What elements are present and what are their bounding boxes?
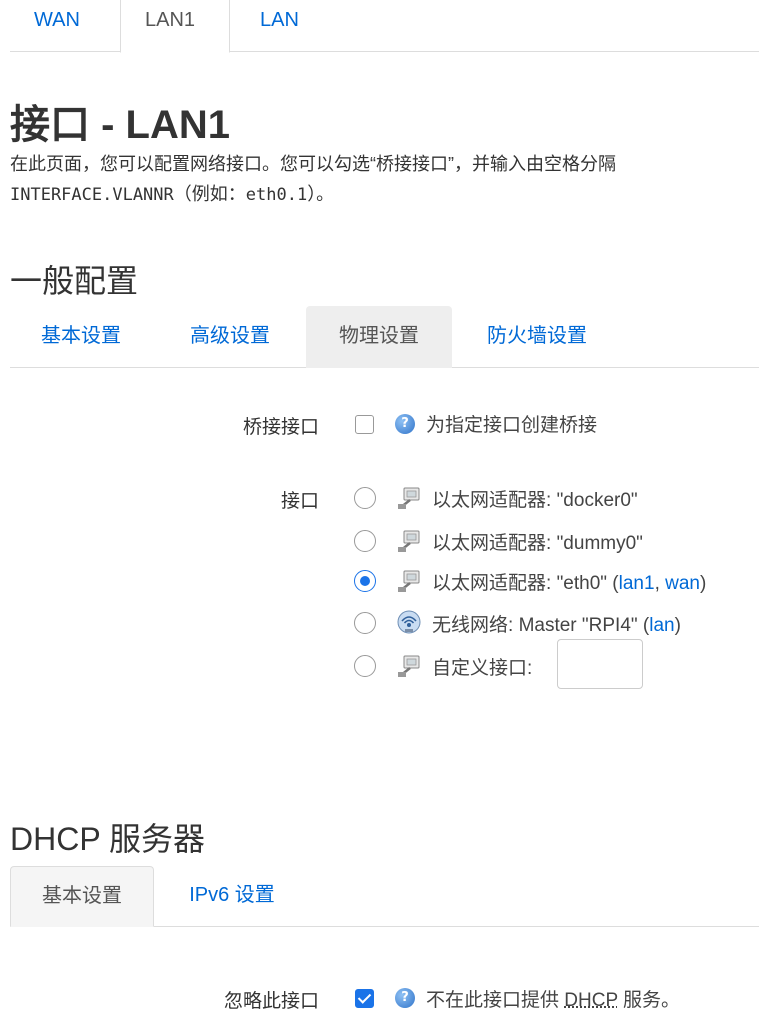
option-prefix: 无线网络:	[432, 615, 514, 636]
bridge-help-text: 为指定接口创建桥接	[426, 415, 598, 436]
interface-option-docker0: 以太网适配器: "docker0"	[432, 485, 638, 512]
desc-end: ）。	[307, 184, 335, 204]
page-title: 接口 - LAN1	[10, 103, 230, 147]
interface-radio-dummy0[interactable]	[354, 530, 376, 552]
desc-example: eth0.1	[245, 185, 308, 205]
dhcp-subtab-bar: 基本设置 IPv6 设置	[10, 866, 759, 927]
interface-label: 接口	[280, 491, 319, 512]
tab-physical-settings[interactable]: 物理设置	[306, 306, 452, 368]
interface-option-dummy0: 以太网适配器: "dummy0"	[432, 528, 643, 555]
wifi-icon	[397, 610, 421, 634]
bridge-interface-checkbox[interactable]	[355, 415, 374, 434]
network-link-lan1[interactable]: lan1	[619, 573, 655, 594]
help-text-pre: 不在此接口提供	[426, 990, 565, 1011]
interface-radio-custom[interactable]	[354, 655, 376, 677]
dhcp-abbr: DHCP	[564, 990, 618, 1011]
network-link-wan[interactable]: wan	[665, 573, 700, 594]
tab-ipv6-settings[interactable]: IPv6 设置	[160, 866, 304, 927]
interface-option-custom: 自定义接口:	[432, 653, 532, 680]
option-prefix: 以太网适配器:	[432, 533, 552, 554]
interface-radio-docker0[interactable]	[354, 487, 376, 509]
help-icon: ?	[395, 988, 415, 1008]
desc-mono-token: INTERFACE.VLANNR	[10, 185, 174, 205]
top-tab-bar: WAN LAN1 LAN	[10, 0, 759, 53]
ignore-interface-label: 忽略此接口	[223, 991, 319, 1012]
custom-interface-input[interactable]	[557, 639, 643, 689]
ethernet-icon	[398, 530, 420, 552]
ethernet-icon	[398, 570, 420, 592]
general-subtab-bar: 基本设置 高级设置 物理设置 防火墙设置	[10, 306, 759, 368]
help-text-post: 服务。	[617, 990, 681, 1011]
page-description-line2: INTERFACE.VLANNR（例如：eth0.1）。	[10, 180, 334, 206]
tab-lan[interactable]: LAN	[236, 0, 323, 52]
option-prefix: 以太网适配器:	[432, 573, 552, 594]
ignore-interface-checkbox[interactable]	[355, 989, 374, 1008]
option-prefix: 以太网适配器:	[432, 490, 552, 511]
interface-radio-eth0[interactable]	[354, 570, 376, 592]
desc-text: （例如：	[173, 184, 246, 204]
network-link-lan[interactable]: lan	[649, 615, 674, 636]
tab-lan1[interactable]: LAN1	[120, 0, 230, 53]
bridge-interface-label: 桥接接口	[242, 417, 319, 438]
option-name: "eth0"	[556, 573, 608, 594]
interface-radio-wireless-rpi4[interactable]	[354, 612, 376, 634]
general-section-title: 一般配置	[10, 263, 139, 299]
option-name: "dummy0"	[556, 533, 643, 554]
ethernet-icon	[398, 487, 420, 509]
ignore-help-text: 不在此接口提供 DHCP 服务。	[426, 985, 680, 1012]
tab-wan[interactable]: WAN	[10, 0, 104, 52]
help-icon: ?	[395, 414, 415, 434]
tab-basic-settings[interactable]: 基本设置	[10, 306, 152, 368]
tab-advanced-settings[interactable]: 高级设置	[160, 306, 300, 368]
option-name: "docker0"	[556, 490, 638, 511]
option-prefix: 自定义接口:	[432, 658, 533, 679]
interface-option-eth0: 以太网适配器: "eth0" (lan1, wan)	[432, 573, 707, 594]
interface-option-wireless: 无线网络: Master "RPI4" (lan)	[432, 615, 681, 636]
tab-dhcp-basic-settings[interactable]: 基本设置	[10, 866, 154, 927]
page-description: 在此页面，您可以配置网络接口。您可以勾选“桥接接口”，并输入由空格分隔	[10, 154, 616, 174]
option-name: Master "RPI4"	[518, 615, 638, 636]
dhcp-section-title: DHCP 服务器	[10, 821, 205, 857]
ethernet-icon	[398, 655, 420, 677]
tab-firewall-settings[interactable]: 防火墙设置	[462, 306, 612, 368]
